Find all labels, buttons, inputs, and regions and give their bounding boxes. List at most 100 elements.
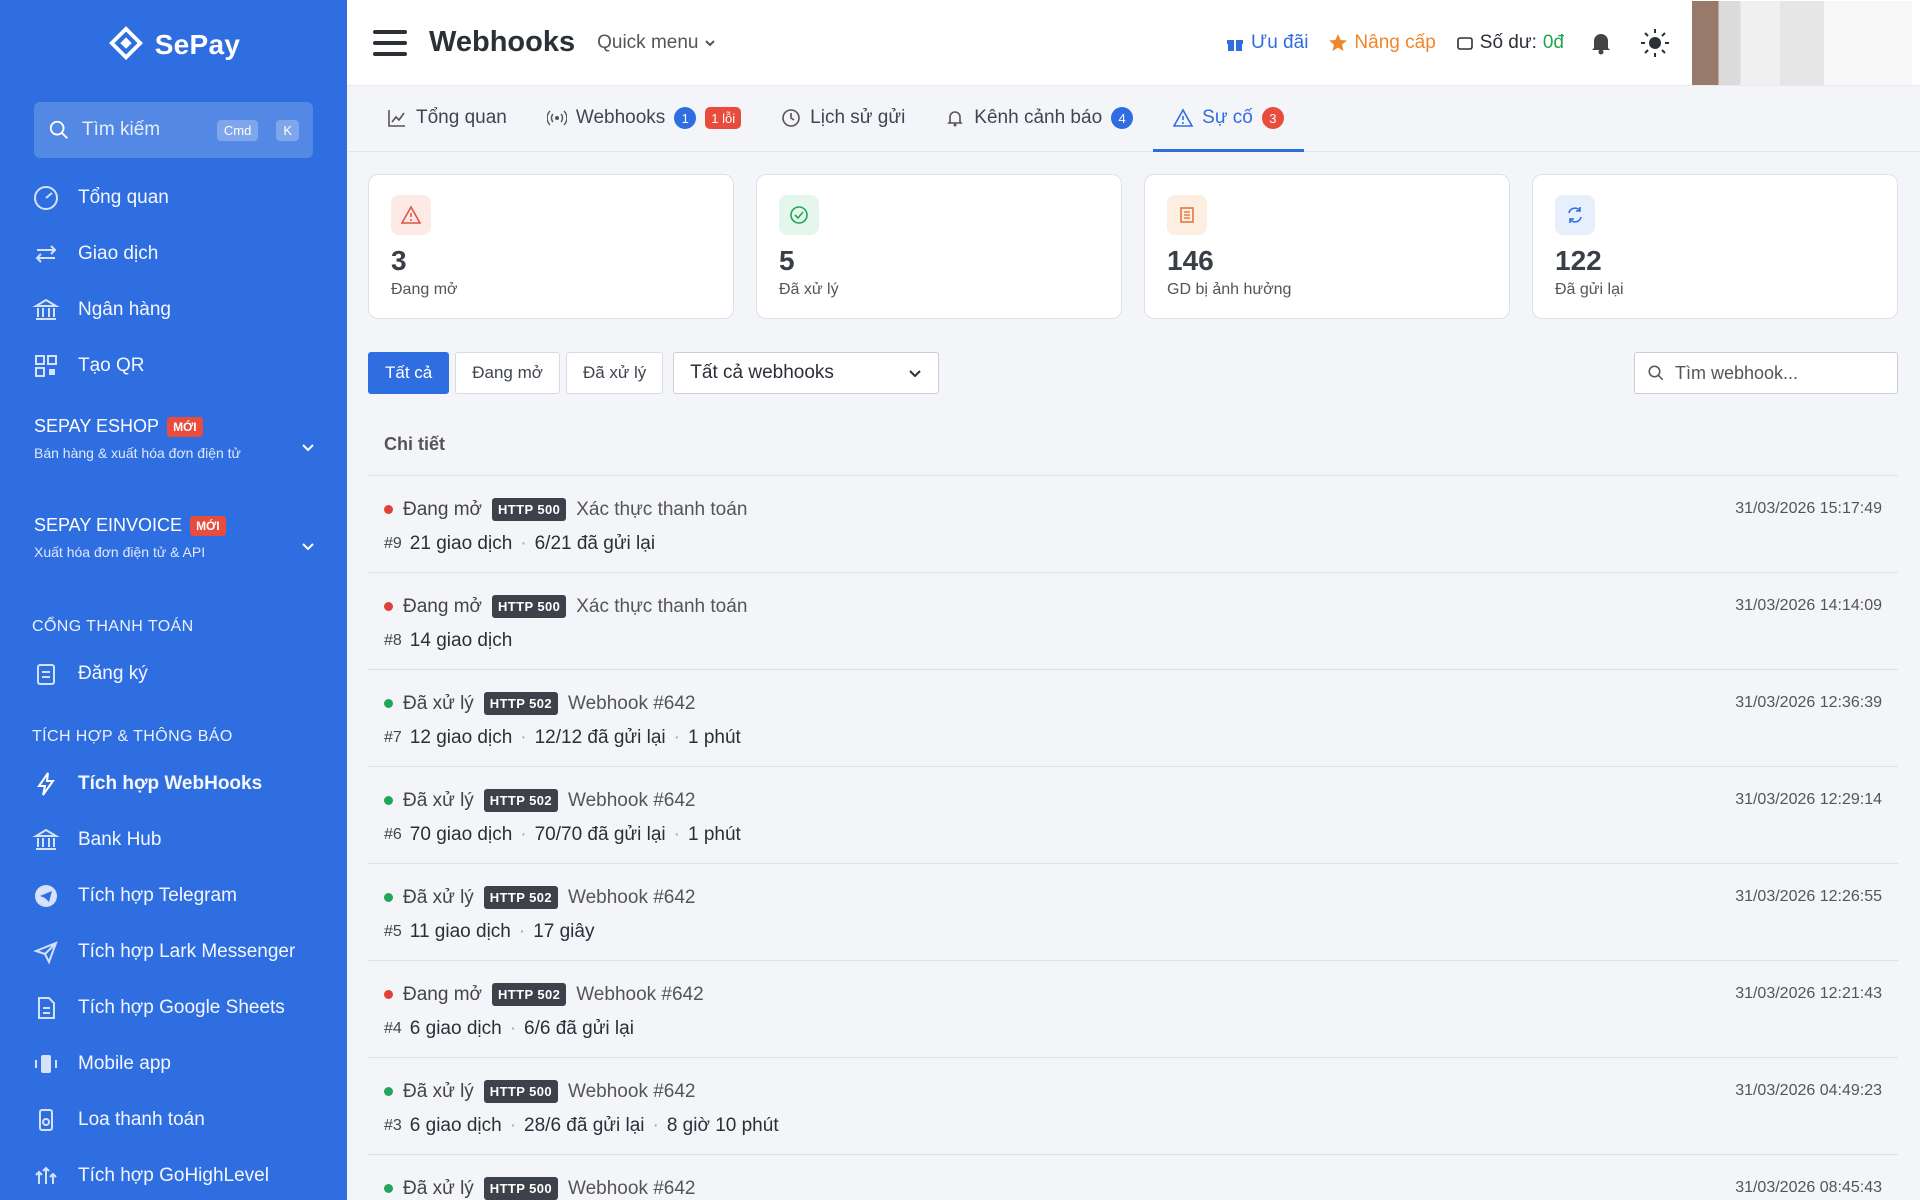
http-code-badge: HTTP 502 [483,692,559,715]
incident-id: #9 [384,535,402,552]
stat-card-affected: 146 GD bị ảnh hưởng [1144,174,1510,319]
arrows-up-icon [35,1166,57,1184]
chevron-down-icon[interactable] [301,440,315,454]
sun-icon [1641,28,1669,57]
filter-all-button[interactable]: Tất cả [368,352,450,394]
promo-label: Ưu đãi [1250,31,1309,53]
status-dot-icon [384,990,393,999]
sidebar-item-qr[interactable]: Tạo QR [0,338,347,394]
incident-status: Đã xử lý [403,1080,474,1102]
tab-label: Lịch sử gửi [810,107,906,128]
sidebar-item-telegram[interactable]: Tích hợp Telegram [0,868,347,924]
promo-link[interactable]: Ưu đãi [1225,32,1308,54]
incident-status: Đang mở [403,983,482,1005]
topbar: Webhooks Quick menu Ưu đãi Nâng cấp Số d… [347,0,1920,86]
status-dot-icon [384,893,393,902]
sidebar-item-label: Tích hợp Telegram [78,885,237,906]
incident-row[interactable]: Đã xử lý HTTP 502 Webhook #642 #7 12 giao dị… [368,670,1898,767]
quick-menu-dropdown[interactable]: Quick menu [597,32,716,54]
warning-icon [391,195,431,235]
webhook-select[interactable]: Tất cả webhooks [673,352,940,394]
sidebar-group-einvoice[interactable]: SEPAY EINVOICE MỚI Xuất hóa đơn điện tử &… [0,493,347,592]
sidebar-item-overview[interactable]: Tổng quan [0,170,347,226]
sidebar-item-webhooks[interactable]: Tích hợp WebHooks [0,756,347,812]
incident-row[interactable]: Đã xử lý HTTP 502 Webhook #642 #5 11 giao dị… [368,864,1898,961]
clock-icon [782,109,800,127]
phone-vibrate-icon [35,1055,57,1073]
incident-target: Xác thực thanh toán [576,498,748,520]
incident-detail: 70/70 đã gửi lại [534,824,666,845]
sidebar-item-label: Đăng ký [78,663,148,684]
search-icon [1648,365,1664,381]
status-dot-icon [384,699,393,708]
avatar[interactable] [1692,0,1912,85]
tab-overview[interactable]: Tổng quan [367,85,527,151]
sidebar-item-mobile-app[interactable]: Mobile app [0,1036,347,1092]
sidebar-group-eshop[interactable]: SEPAY ESHOP MỚI Bán hàng & xuất hóa đơn đ… [0,394,347,493]
wallet-icon [1456,36,1473,50]
kbd-cmd: Cmd [216,119,259,141]
webhook-select-value: Tất cả webhooks [690,362,834,383]
incident-row[interactable]: Đang mở HTTP 500 Xác thực thanh toán #8 14 g… [368,573,1898,670]
sidebar-item-bank-hub[interactable]: Bank Hub [0,812,347,868]
incident-target: Webhook #642 [568,1080,696,1102]
incident-id: #6 [384,826,402,843]
separator: · [652,1115,659,1136]
tab-alert-channels[interactable]: Kênh cảnh báo 4 [925,85,1153,151]
webhook-search-placeholder: Tìm webhook... [1675,362,1799,383]
sheet-icon [38,997,55,1019]
brand-logo[interactable]: SePay [0,0,347,90]
sidebar-item-label: Tích hợp Google Sheets [78,997,285,1018]
upgrade-link[interactable]: Nâng cấp [1328,32,1436,54]
status-dot-icon [384,1184,393,1193]
sidebar-item-lark[interactable]: Tích hợp Lark Messenger [0,924,347,980]
incident-status: Đã xử lý [403,789,474,811]
chevron-down-icon[interactable] [301,539,315,553]
incident-time: 31/03/2026 04:49:23 [1735,1082,1882,1099]
incident-detail: 28/6 đã gửi lại [524,1115,645,1136]
bell-icon [947,111,964,127]
incident-row[interactable]: Đang mở HTTP 500 Xác thực thanh toán #9 21 g… [368,476,1898,573]
incident-detail: 6 giao dịch [409,1018,502,1039]
http-code-badge: HTTP 502 [483,789,559,812]
send-icon [33,941,58,965]
tab-webhooks[interactable]: Webhooks 1 1 lỗi [527,85,761,151]
sidebar-item-google-sheets[interactable]: Tích hợp Google Sheets [0,980,347,1036]
incident-row[interactable]: Đã xử lýHTTP 500Webhook #642#231/03/2026… [368,1155,1898,1200]
balance-display[interactable]: Số dư: 0đ [1456,32,1564,54]
tab-history[interactable]: Lịch sử gửi [761,85,925,151]
incident-time: 31/03/2026 15:17:49 [1735,500,1882,517]
sidebar-item-gohighlevel[interactable]: Tích hợp GoHighLevel [0,1148,347,1200]
sidebar-item-bank[interactable]: Ngân hàng [0,282,347,338]
filter-open-button[interactable]: Đang mở [455,352,560,394]
sidebar-item-speaker[interactable]: Loa thanh toán [0,1092,347,1148]
tab-incidents[interactable]: Sự cố 3 [1153,85,1304,152]
incident-row[interactable]: Đã xử lý HTTP 502 Webhook #642 #6 70 giao dị… [368,767,1898,864]
search-icon [49,120,68,139]
filter-bar: Tất cả Đang mở Đã xử lý Tất cả webhooks … [368,352,1898,394]
notifications-button[interactable] [1584,26,1618,60]
sidebar-item-transactions[interactable]: Giao dịch [0,226,347,282]
filter-resolved-button[interactable]: Đã xử lý [565,352,664,394]
webhook-search-input[interactable]: Tìm webhook... [1634,352,1898,394]
incident-status: Đang mở [403,595,482,617]
incident-time: 31/03/2026 14:14:09 [1735,597,1882,614]
sidebar-item-register[interactable]: Đăng ký [0,646,347,702]
sidebar-search[interactable]: Tìm kiếm Cmd K [34,102,313,158]
incident-row[interactable]: Đang mở HTTP 502 Webhook #642 #4 6 giao dịch… [368,961,1898,1058]
tab-count-badge: 1 [674,107,697,129]
stat-label: GD bị ảnh hưởng [1167,281,1292,298]
incident-row[interactable]: Đã xử lý HTTP 500 Webhook #642 #3 6 giao dịc… [368,1058,1898,1155]
sidebar-item-label: Tổng quan [78,187,169,208]
incident-detail: 1 phút [687,727,741,748]
incident-id: #7 [384,729,402,746]
incident-time: 31/03/2026 12:21:43 [1735,985,1882,1002]
incident-detail: 6/6 đã gửi lại [524,1018,634,1039]
incident-target: Xác thực thanh toán [576,595,748,617]
incident-detail: 21 giao dịch [409,533,513,554]
hamburger-menu-icon[interactable] [373,26,407,60]
http-code-badge: HTTP 500 [492,595,567,618]
theme-toggle-button[interactable] [1638,26,1672,60]
tab-bar: Tổng quan Webhooks 1 1 lỗi Lịch sử gửi K… [347,86,1920,152]
group-subtitle: Xuất hóa đơn điện tử & API [34,544,206,560]
